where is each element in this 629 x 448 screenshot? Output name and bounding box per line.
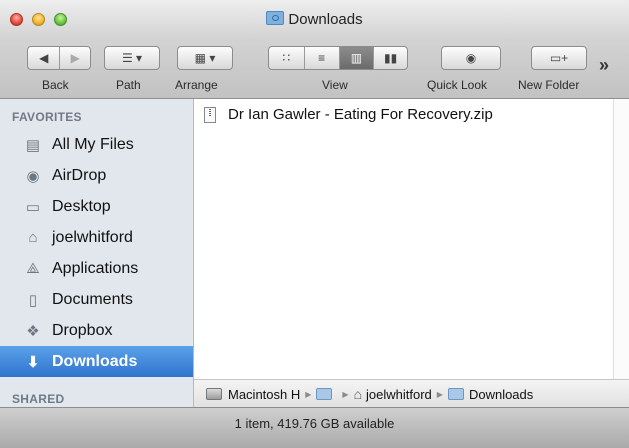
window-title: Downloads [0, 11, 629, 28]
downloads-folder-icon [447, 388, 464, 400]
sidebar-item-label: AirDrop [52, 166, 107, 184]
sidebar-item-downloads[interactable]: ⬇ Downloads [0, 346, 193, 377]
toolbar: Downloads ◀ ▶ Back ☰ ▾ Path ▦ ▾ Arrange … [0, 0, 629, 99]
sidebar-item-label: Applications [52, 259, 139, 277]
status-bar: 1 item, 419.76 GB available [0, 407, 629, 448]
sidebar-item-label: Dropbox [52, 321, 113, 339]
path-bar: Macintosh H ▶ ▶ ⌂ joelwhitford ▶ Downloa… [194, 379, 629, 408]
downloads-icon: ⬇ [26, 353, 40, 371]
back-label: Back [42, 78, 69, 92]
users-folder-icon[interactable] [316, 388, 333, 400]
list-item[interactable]: Dr Ian Gawler - Eating For Recovery.zip [204, 106, 493, 123]
list-view-icon: ≡ [318, 51, 326, 65]
sidebar-item-documents[interactable]: ▯ Documents [0, 284, 193, 315]
file-name: Dr Ian Gawler - Eating For Recovery.zip [228, 106, 493, 123]
path-label: Path [116, 78, 141, 92]
path-item-downloads[interactable]: Downloads [469, 387, 533, 402]
home-icon: ⌂ [28, 229, 38, 246]
quick-look-button[interactable]: ◉ [441, 46, 501, 70]
sidebar: FAVORITES ▤ All My Files ◉ AirDrop ▭ Des… [0, 99, 194, 422]
status-text: 1 item, 419.76 GB available [234, 416, 395, 431]
sidebar-item-airdrop[interactable]: ◉ AirDrop [0, 160, 193, 191]
sidebar-item-desktop[interactable]: ▭ Desktop [0, 191, 193, 222]
all-files-icon: ▤ [25, 136, 41, 154]
back-forward-control: ◀ ▶ [27, 46, 91, 70]
column-scrollbar[interactable] [613, 99, 629, 379]
hard-drive-icon [206, 388, 222, 400]
coverflow-view-icon: ▮▮ [384, 51, 398, 65]
icon-view-icon: ∷ [282, 51, 291, 65]
new-folder-button[interactable]: ▭+ [531, 46, 587, 70]
path-separator-icon: ▶ [305, 389, 312, 399]
eye-icon: ◉ [465, 51, 477, 65]
dropbox-icon: ❖ [26, 322, 40, 340]
column-view-button[interactable]: ▥ [338, 47, 374, 69]
path-list-icon: ☰ ▾ [121, 51, 143, 65]
coverflow-view-button[interactable]: ▮▮ [373, 47, 407, 69]
back-arrow-icon: ◀ [39, 51, 49, 65]
sidebar-item-dropbox[interactable]: ❖ Dropbox [0, 315, 193, 346]
sidebar-item-home[interactable]: ⌂ joelwhitford [0, 222, 193, 253]
sidebar-item-label: Documents [52, 290, 133, 308]
airdrop-icon: ◉ [26, 167, 40, 185]
back-button[interactable]: ◀ [28, 47, 59, 69]
list-view-button[interactable]: ≡ [303, 47, 339, 69]
finder-window: Downloads ◀ ▶ Back ☰ ▾ Path ▦ ▾ Arrange … [0, 0, 629, 448]
sidebar-item-label: Desktop [52, 197, 111, 215]
column-view-icon: ▥ [350, 51, 363, 65]
shared-header: SHARED [12, 392, 65, 406]
forward-arrow-icon: ▶ [70, 51, 80, 65]
favorites-header: FAVORITES [12, 110, 82, 124]
sidebar-item-all-my-files[interactable]: ▤ All My Files [0, 129, 193, 160]
view-segmented-control: ∷ ≡ ▥ ▮▮ [268, 46, 408, 70]
sidebar-item-label: Downloads [52, 352, 138, 370]
arrange-button[interactable]: ▦ ▾ [177, 46, 233, 70]
sidebar-item-label: joelwhitford [52, 228, 133, 246]
arrange-label: Arrange [175, 78, 218, 92]
desktop-icon: ▭ [25, 198, 41, 216]
quick-look-label: Quick Look [427, 78, 488, 92]
downloads-folder-icon [266, 11, 285, 25]
icon-view-button[interactable]: ∷ [269, 47, 304, 69]
forward-button[interactable]: ▶ [59, 47, 90, 69]
path-separator-icon: ▶ [436, 389, 443, 399]
arrange-grid-icon: ▦ ▾ [194, 51, 216, 65]
zip-file-icon [204, 106, 216, 123]
home-icon: ⌂ [353, 386, 363, 402]
new-folder-icon: ▭+ [549, 51, 569, 65]
sidebar-item-applications[interactable]: ⟁ Applications [0, 253, 193, 284]
sidebar-item-label: All My Files [52, 135, 134, 153]
toolbar-overflow-button[interactable]: » [599, 55, 609, 76]
documents-icon: ▯ [28, 291, 38, 309]
window-title-text: Downloads [288, 11, 363, 28]
new-folder-label: New Folder [518, 78, 580, 92]
view-label: View [322, 78, 348, 92]
path-item-home[interactable]: joelwhitford [366, 387, 432, 402]
path-item-disk[interactable]: Macintosh H [228, 387, 300, 402]
path-button[interactable]: ☰ ▾ [104, 46, 160, 70]
file-browser: Dr Ian Gawler - Eating For Recovery.zip [194, 99, 629, 379]
path-separator-icon: ▶ [342, 389, 349, 399]
applications-icon: ⟁ [26, 260, 40, 277]
